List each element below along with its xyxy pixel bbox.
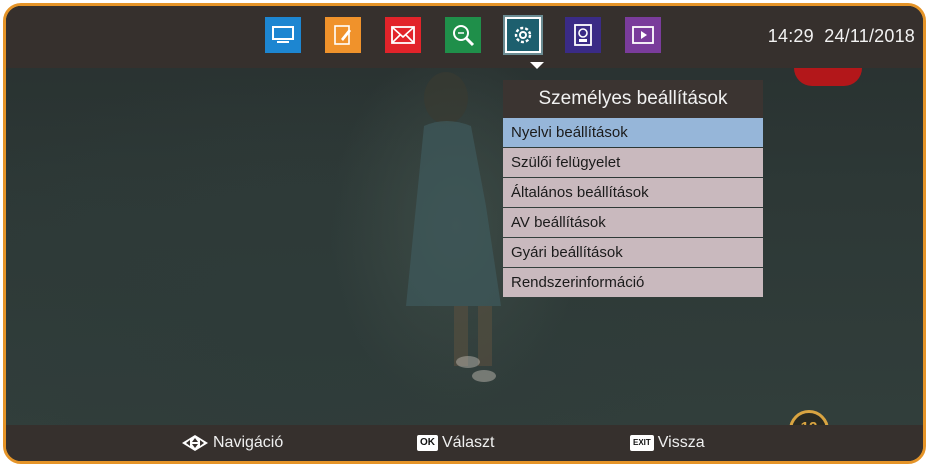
- media-icon[interactable]: [565, 17, 601, 53]
- active-tab-caret-icon: [530, 62, 544, 69]
- navigation-dpad-icon: [182, 435, 208, 451]
- settings-icon[interactable]: [503, 15, 543, 55]
- bottom-hint-bar: Navigáció OK Választ EXIT Vissza: [6, 425, 923, 461]
- red-logo-fragment: [794, 68, 862, 86]
- video-background: [6, 6, 923, 461]
- clock-time: 14:29: [767, 26, 814, 46]
- tv-screen: 14:29 24/11/2018 Személyes beállítások N…: [3, 3, 926, 464]
- menu-item-language[interactable]: Nyelvi beállítások: [503, 118, 763, 147]
- exit-key-icon: EXIT: [630, 435, 654, 451]
- menu-item-av[interactable]: AV beállítások: [503, 208, 763, 237]
- tv-icon[interactable]: [265, 17, 301, 53]
- hint-exit: EXIT Vissza: [630, 425, 705, 461]
- menu-item-parental-control[interactable]: Szülői felügyelet: [503, 148, 763, 177]
- search-icon[interactable]: [445, 17, 481, 53]
- clock: 14:29 24/11/2018: [768, 26, 915, 47]
- ok-key-icon: OK: [417, 435, 438, 451]
- menu-item-system-info[interactable]: Rendszerinformáció: [503, 268, 763, 297]
- hint-ok: OK Választ: [417, 425, 494, 461]
- hint-navigation-label: Navigáció: [213, 434, 284, 451]
- menu-title: Személyes beállítások: [503, 80, 763, 118]
- clock-date: 24/11/2018: [824, 26, 915, 46]
- play-icon[interactable]: [625, 17, 661, 53]
- menu-item-factory[interactable]: Gyári beállítások: [503, 238, 763, 267]
- hint-navigation: Navigáció: [181, 425, 283, 461]
- hint-exit-label: Vissza: [657, 434, 705, 451]
- settings-menu: Személyes beállítások Nyelvi beállítások…: [503, 80, 763, 298]
- mail-icon[interactable]: [385, 17, 421, 53]
- menu-item-general[interactable]: Általános beállítások: [503, 178, 763, 207]
- hint-ok-label: Választ: [442, 434, 495, 451]
- top-bar: 14:29 24/11/2018: [6, 6, 923, 69]
- video-figure: [406, 72, 501, 382]
- edit-icon[interactable]: [325, 17, 361, 53]
